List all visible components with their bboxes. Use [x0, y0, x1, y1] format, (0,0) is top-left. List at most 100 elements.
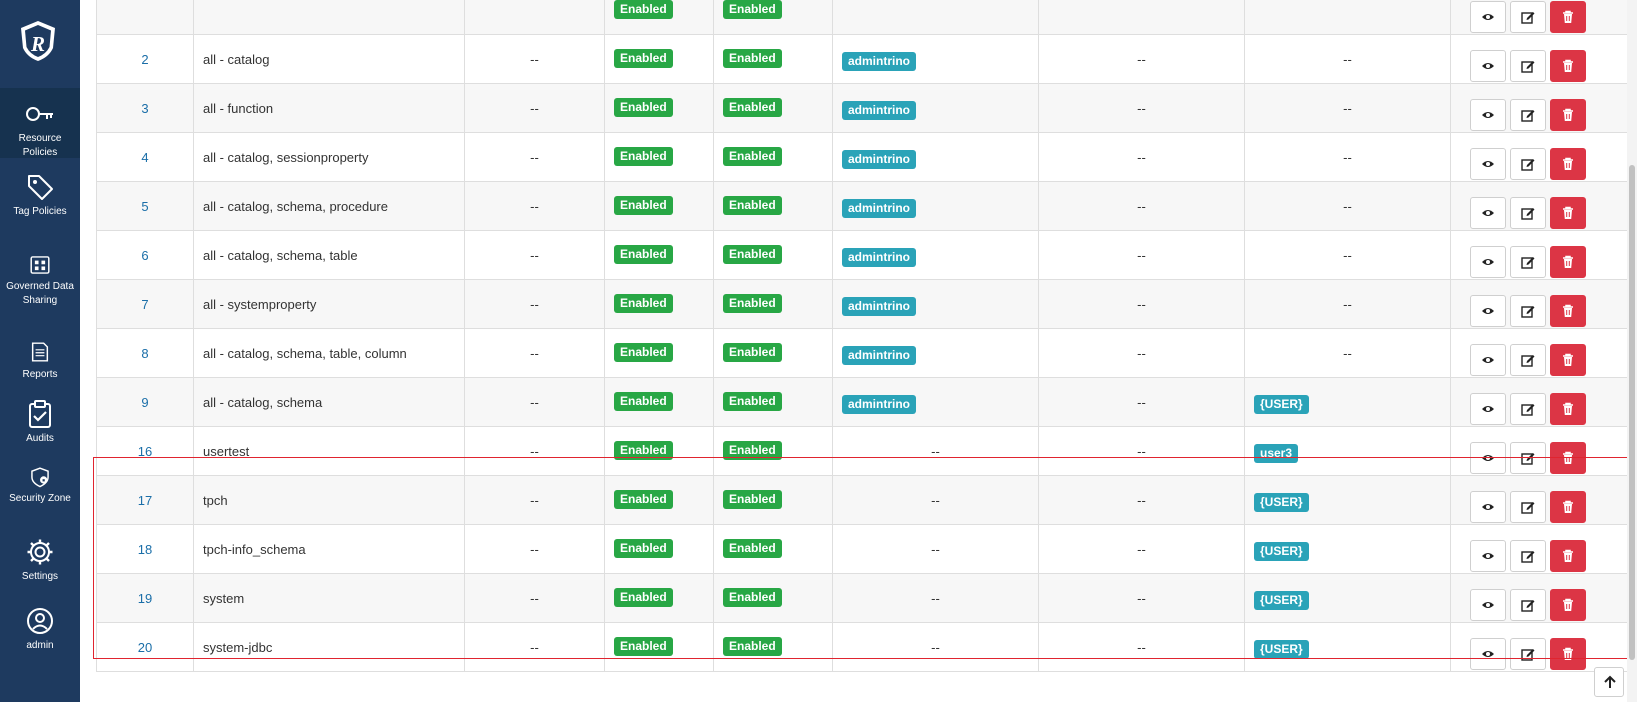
policy-id-link[interactable]	[96, 0, 194, 35]
edit-button[interactable]	[1510, 393, 1546, 425]
groups-cell: --	[1038, 524, 1245, 574]
audit-logging-badge: Enabled	[723, 294, 782, 313]
view-button[interactable]	[1470, 295, 1506, 327]
users-cell: --	[1244, 328, 1451, 378]
policy-id-link[interactable]: 3	[96, 83, 194, 133]
view-button[interactable]	[1470, 540, 1506, 572]
table-row: 5 all - catalog, schema, procedure -- Enabl…	[96, 181, 1629, 231]
edit-button[interactable]	[1510, 344, 1546, 376]
actions-cell	[1450, 475, 1629, 525]
view-button[interactable]	[1470, 50, 1506, 82]
scrollbar-thumb[interactable]	[1629, 165, 1635, 660]
actions-cell	[1450, 328, 1629, 378]
actions-cell	[1450, 377, 1629, 427]
users-badge: {USER}	[1254, 591, 1309, 610]
policy-id-link[interactable]: 20	[96, 622, 194, 672]
edit-button[interactable]	[1510, 589, 1546, 621]
actions-cell	[1450, 573, 1629, 623]
policy-id-link[interactable]: 6	[96, 230, 194, 280]
policy-status-badge: Enabled	[614, 196, 673, 215]
delete-button[interactable]	[1550, 197, 1586, 229]
policy-id-link[interactable]: 18	[96, 524, 194, 574]
edit-button[interactable]	[1510, 1, 1546, 33]
policy-id-link[interactable]: 19	[96, 573, 194, 623]
policy-id-link[interactable]: 7	[96, 279, 194, 329]
policy-status-badge: Enabled	[614, 294, 673, 313]
sidebar-item-security-zone[interactable]: Security Zone	[0, 466, 80, 526]
scroll-to-top-button[interactable]	[1594, 667, 1624, 697]
edit-icon	[1521, 600, 1535, 612]
view-button[interactable]	[1470, 589, 1506, 621]
grid-icon	[30, 256, 50, 274]
delete-button[interactable]	[1550, 99, 1586, 131]
delete-button[interactable]	[1550, 50, 1586, 82]
trash-icon	[1563, 108, 1573, 121]
edit-button[interactable]	[1510, 148, 1546, 180]
users-cell: {USER}	[1244, 524, 1451, 574]
view-button[interactable]	[1470, 197, 1506, 229]
eye-icon	[1482, 112, 1494, 118]
view-button[interactable]	[1470, 442, 1506, 474]
policy-id-link[interactable]: 5	[96, 181, 194, 231]
edit-button[interactable]	[1510, 99, 1546, 131]
edit-button[interactable]	[1510, 197, 1546, 229]
edit-button[interactable]	[1510, 442, 1546, 474]
view-button[interactable]	[1470, 246, 1506, 278]
sidebar-item-reports[interactable]: Reports	[0, 340, 80, 395]
delete-button[interactable]	[1550, 442, 1586, 474]
policy-id-link[interactable]: 17	[96, 475, 194, 525]
description-cell: --	[464, 426, 605, 476]
edit-icon	[1521, 257, 1535, 269]
audit-logging-badge: Enabled	[723, 245, 782, 264]
delete-button[interactable]	[1550, 491, 1586, 523]
view-button[interactable]	[1470, 99, 1506, 131]
delete-button[interactable]	[1550, 589, 1586, 621]
delete-button[interactable]	[1550, 246, 1586, 278]
policy-id-link[interactable]: 8	[96, 328, 194, 378]
sidebar-item-tag-policies[interactable]: Tag Policies	[0, 173, 80, 238]
policy-id-link[interactable]: 9	[96, 377, 194, 427]
view-button[interactable]	[1470, 148, 1506, 180]
policy-id-link[interactable]: 16	[96, 426, 194, 476]
edit-button[interactable]	[1510, 246, 1546, 278]
policy-id-link[interactable]: 4	[96, 132, 194, 182]
trash-icon	[1563, 206, 1573, 219]
edit-button[interactable]	[1510, 540, 1546, 572]
sidebar-item-admin[interactable]: admin	[0, 607, 80, 667]
description-cell	[464, 0, 605, 35]
edit-button[interactable]	[1510, 491, 1546, 523]
audit-logging-badge: Enabled	[723, 441, 782, 460]
sidebar: R Resource Policies Tag Policies Governe…	[0, 0, 80, 702]
audit-logging-badge: Enabled	[723, 196, 782, 215]
delete-button[interactable]	[1550, 148, 1586, 180]
delete-button[interactable]	[1550, 638, 1586, 670]
sidebar-item-governed-data-sharing[interactable]: Governed Data Sharing	[0, 254, 80, 324]
view-button[interactable]	[1470, 491, 1506, 523]
edit-icon	[1521, 61, 1535, 73]
trash-icon	[1563, 157, 1573, 170]
delete-button[interactable]	[1550, 344, 1586, 376]
delete-button[interactable]	[1550, 540, 1586, 572]
roles-badge: admintrino	[842, 297, 916, 316]
policy-id-link[interactable]: 2	[96, 34, 194, 84]
delete-button[interactable]	[1550, 295, 1586, 327]
sidebar-item-settings[interactable]: Settings	[0, 538, 80, 593]
view-button[interactable]	[1470, 638, 1506, 670]
delete-button[interactable]	[1550, 1, 1586, 33]
trash-icon	[1563, 598, 1573, 611]
shield-lock-icon	[31, 467, 49, 488]
actions-cell	[1450, 34, 1629, 84]
sidebar-item-audits[interactable]: Audits	[0, 400, 80, 455]
audit-logging-badge: Enabled	[723, 392, 782, 411]
audit-logging-badge: Enabled	[723, 0, 782, 19]
sidebar-item-resource-policies[interactable]: Resource Policies	[0, 88, 80, 158]
view-button[interactable]	[1470, 1, 1506, 33]
edit-button[interactable]	[1510, 50, 1546, 82]
view-button[interactable]	[1470, 344, 1506, 376]
edit-button[interactable]	[1510, 638, 1546, 670]
policy-status-cell: Enabled	[604, 328, 714, 378]
ranger-logo-icon[interactable]: R	[19, 20, 57, 62]
view-button[interactable]	[1470, 393, 1506, 425]
edit-button[interactable]	[1510, 295, 1546, 327]
delete-button[interactable]	[1550, 393, 1586, 425]
